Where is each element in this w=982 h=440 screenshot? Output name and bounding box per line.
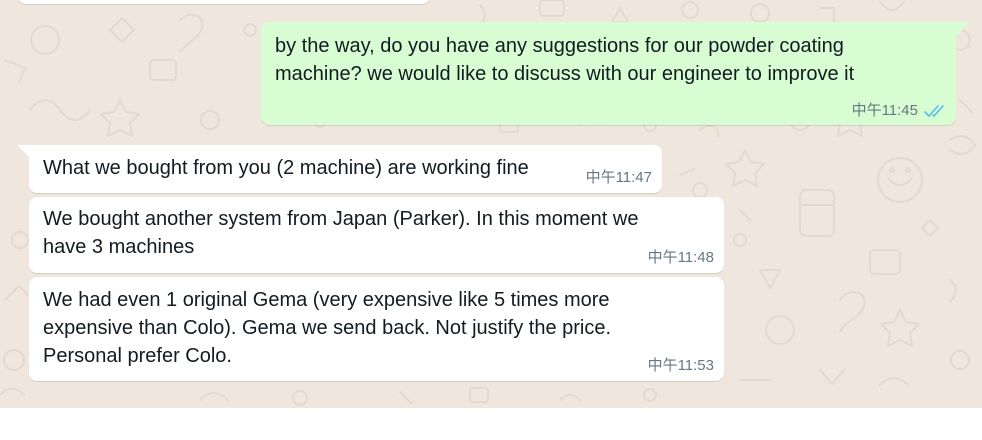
- message-text: We bought another system from Japan (Par…: [43, 208, 639, 258]
- message-timestamp: 中午11:45: [851, 102, 918, 119]
- chat-message-area[interactable]: by the way, do you have any suggestions …: [0, 0, 982, 408]
- previous-message-bubble[interactable]: [18, 0, 430, 4]
- incoming-message-bubble[interactable]: What we bought from you (2 machine) are …: [29, 145, 662, 193]
- message-timestamp: 中午11:48: [647, 249, 714, 266]
- message-text: by the way, do you have any suggestions …: [275, 35, 855, 85]
- incoming-message-bubble[interactable]: We bought another system from Japan (Par…: [29, 197, 724, 273]
- message-timestamp: 中午11:53: [647, 357, 714, 374]
- outgoing-message-bubble[interactable]: by the way, do you have any suggestions …: [261, 22, 956, 125]
- double-check-read-icon: [924, 105, 944, 117]
- message-text: We had even 1 original Gema (very expens…: [43, 289, 612, 367]
- message-timestamp: 中午11:47: [585, 169, 652, 186]
- incoming-message-bubble[interactable]: We had even 1 original Gema (very expens…: [29, 277, 724, 381]
- message-text: What we bought from you (2 machine) are …: [43, 157, 529, 179]
